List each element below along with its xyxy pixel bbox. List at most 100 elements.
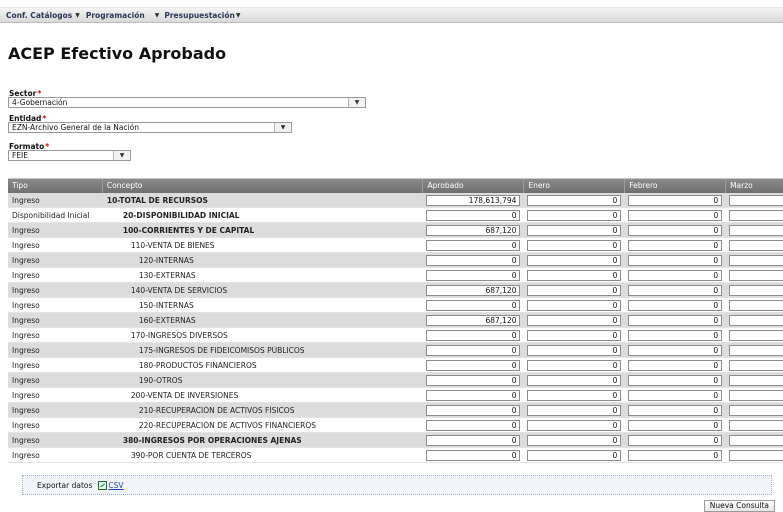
enero-input[interactable] <box>527 284 622 296</box>
enero-input[interactable] <box>527 299 622 311</box>
enero-input[interactable] <box>527 224 622 236</box>
marzo-input[interactable] <box>729 434 783 446</box>
enero-input[interactable] <box>527 254 622 266</box>
marzo-input[interactable] <box>729 374 783 386</box>
marzo-input[interactable] <box>729 224 783 236</box>
cell-marzo <box>726 434 783 446</box>
aprobado-input[interactable] <box>426 404 521 416</box>
febrero-input[interactable] <box>628 269 723 281</box>
header-tipo[interactable]: Tipo <box>8 179 103 193</box>
aprobado-input[interactable] <box>426 389 521 401</box>
aprobado-input[interactable] <box>426 344 521 356</box>
aprobado-input[interactable] <box>426 284 521 296</box>
enero-input[interactable] <box>527 389 622 401</box>
aprobado-input[interactable] <box>426 254 521 266</box>
header-aprobado[interactable]: Aprobado <box>423 179 525 193</box>
marzo-input[interactable] <box>729 254 783 266</box>
aprobado-input[interactable] <box>426 419 521 431</box>
febrero-input[interactable] <box>628 404 723 416</box>
marzo-input[interactable] <box>729 389 783 401</box>
header-enero[interactable]: Enero <box>524 179 626 193</box>
marzo-input[interactable] <box>729 404 783 416</box>
header-febrero[interactable]: Febrero <box>625 179 727 193</box>
enero-input[interactable] <box>527 314 622 326</box>
febrero-input[interactable] <box>628 254 723 266</box>
enero-input[interactable] <box>527 374 622 386</box>
febrero-input[interactable] <box>628 299 723 311</box>
csv-file-icon[interactable] <box>98 480 108 490</box>
febrero-input[interactable] <box>628 239 723 251</box>
header-marzo[interactable]: Marzo <box>726 179 783 193</box>
cell-marzo <box>726 419 783 431</box>
aprobado-input[interactable] <box>426 269 521 281</box>
aprobado-input[interactable] <box>426 374 521 386</box>
formato-select[interactable]: FEIE ▼ <box>8 150 131 161</box>
marzo-input[interactable] <box>729 419 783 431</box>
aprobado-input[interactable] <box>426 209 521 221</box>
marzo-input[interactable] <box>729 344 783 356</box>
aprobado-input[interactable] <box>426 299 521 311</box>
enero-input[interactable] <box>527 209 622 221</box>
aprobado-input[interactable] <box>426 329 521 341</box>
chevron-down-icon[interactable]: ▼ <box>348 98 365 107</box>
nueva-consulta-button[interactable]: Nueva Consulta <box>703 500 775 512</box>
marzo-input[interactable] <box>729 209 783 221</box>
febrero-input[interactable] <box>628 449 723 461</box>
marzo-input[interactable] <box>729 359 783 371</box>
aprobado-input[interactable] <box>426 224 521 236</box>
febrero-input[interactable] <box>628 314 723 326</box>
entidad-select[interactable]: EZN-Archivo General de la Nación ▼ <box>8 122 292 133</box>
enero-input[interactable] <box>527 239 622 251</box>
cell-aprobado <box>423 419 524 431</box>
marzo-input[interactable] <box>729 314 783 326</box>
aprobado-input[interactable] <box>426 314 521 326</box>
sector-select[interactable]: 4-Gobernación ▼ <box>8 97 366 108</box>
enero-input[interactable] <box>527 404 622 416</box>
febrero-input[interactable] <box>628 344 723 356</box>
enero-input[interactable] <box>527 434 622 446</box>
menu-presupuestacion[interactable]: ▼ Presupuestación ▼ <box>151 11 247 20</box>
cell-concepto: 130-EXTERNAS <box>138 270 196 280</box>
menu-conf-catalogos[interactable]: Conf. Catálogos ▼ <box>6 11 86 20</box>
febrero-input[interactable] <box>628 434 723 446</box>
cell-enero <box>524 224 625 236</box>
aprobado-input[interactable] <box>426 239 521 251</box>
enero-input[interactable] <box>527 419 622 431</box>
febrero-input[interactable] <box>628 194 723 206</box>
marzo-input[interactable] <box>729 449 783 461</box>
export-panel: Exportar datos CSV <box>22 475 772 495</box>
cell-enero <box>524 419 625 431</box>
febrero-input[interactable] <box>628 374 723 386</box>
marzo-input[interactable] <box>729 239 783 251</box>
marzo-input[interactable] <box>729 329 783 341</box>
marzo-input[interactable] <box>729 284 783 296</box>
aprobado-input[interactable] <box>426 434 521 446</box>
page-title: ACEP Efectivo Aprobado <box>8 44 227 63</box>
febrero-input[interactable] <box>628 419 723 431</box>
febrero-input[interactable] <box>628 359 723 371</box>
chevron-down-icon[interactable]: ▼ <box>274 123 291 132</box>
enero-input[interactable] <box>527 329 622 341</box>
febrero-input[interactable] <box>628 389 723 401</box>
aprobado-input[interactable] <box>426 449 521 461</box>
aprobado-input[interactable] <box>426 359 521 371</box>
cell-tipo: Ingreso <box>12 240 40 250</box>
table-row: Ingreso 130-EXTERNAS <box>8 268 783 283</box>
marzo-input[interactable] <box>729 299 783 311</box>
febrero-input[interactable] <box>628 224 723 236</box>
febrero-input[interactable] <box>628 284 723 296</box>
marzo-input[interactable] <box>729 194 783 206</box>
enero-input[interactable] <box>527 344 622 356</box>
febrero-input[interactable] <box>628 209 723 221</box>
enero-input[interactable] <box>527 449 622 461</box>
header-concepto[interactable]: Concepto <box>103 179 424 193</box>
aprobado-input[interactable] <box>426 194 521 206</box>
export-csv-link[interactable]: CSV <box>108 481 123 490</box>
enero-input[interactable] <box>527 194 622 206</box>
enero-input[interactable] <box>527 269 622 281</box>
marzo-input[interactable] <box>729 269 783 281</box>
chevron-down-icon[interactable]: ▼ <box>113 151 130 160</box>
febrero-input[interactable] <box>628 329 723 341</box>
menu-programacion[interactable]: Programación <box>86 11 151 20</box>
enero-input[interactable] <box>527 359 622 371</box>
